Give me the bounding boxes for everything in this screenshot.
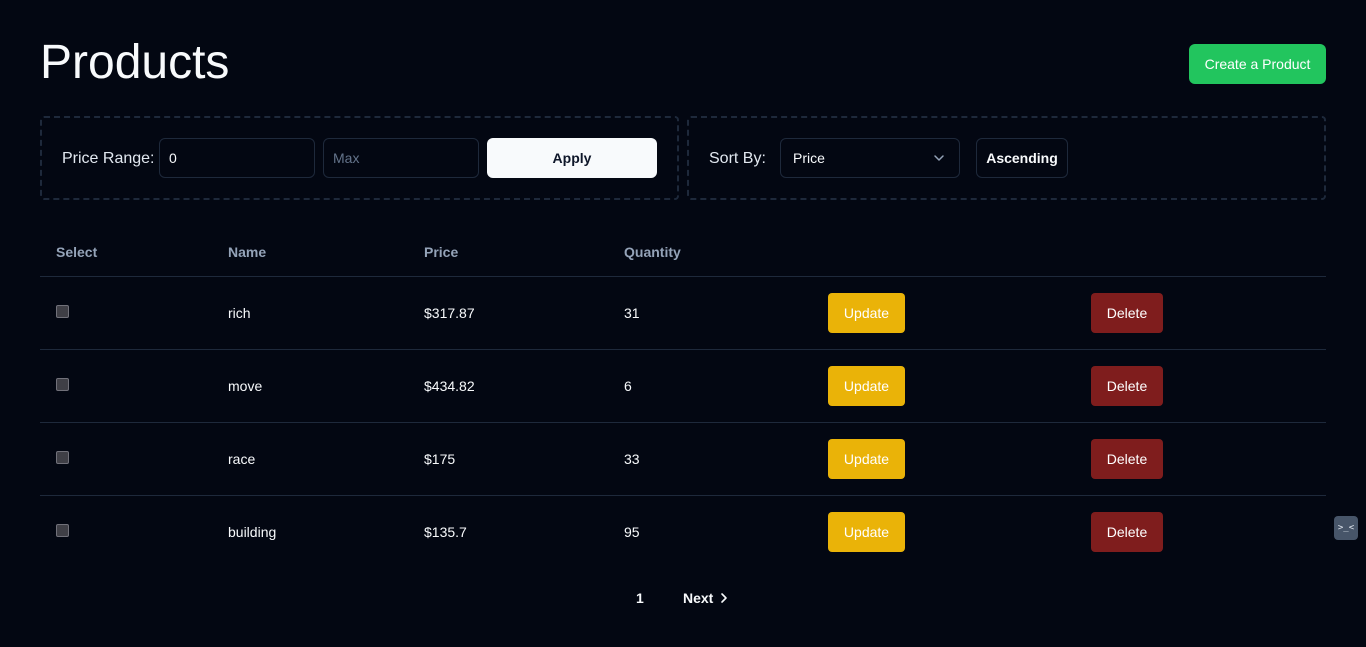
row-checkbox[interactable] [56, 451, 69, 464]
create-product-button[interactable]: Create a Product [1189, 44, 1326, 84]
table-row: race $175 33 Update Delete [40, 423, 1326, 496]
table-row: rich $317.87 31 Update Delete [40, 277, 1326, 350]
header-select: Select [56, 244, 98, 260]
chevron-right-icon [721, 593, 728, 603]
delete-button[interactable]: Delete [1091, 293, 1163, 333]
row-checkbox[interactable] [56, 524, 69, 537]
product-quantity: 6 [624, 378, 632, 394]
sort-select[interactable]: Price [780, 138, 960, 178]
price-filter-panel: Price Range: Apply [40, 116, 679, 200]
next-label: Next [683, 590, 714, 606]
sort-panel: Sort By: Price Ascending [687, 116, 1326, 200]
sort-by-label: Sort By: [709, 150, 766, 167]
header-quantity: Quantity [624, 244, 681, 260]
row-checkbox[interactable] [56, 378, 69, 391]
product-quantity: 95 [624, 524, 640, 540]
header-price: Price [424, 244, 459, 260]
row-checkbox[interactable] [56, 305, 69, 318]
update-button[interactable]: Update [828, 439, 905, 479]
table-header: Select Name Price Quantity [40, 227, 1326, 277]
update-button[interactable]: Update [828, 293, 905, 333]
product-name: move [228, 378, 263, 394]
product-price: $175 [424, 451, 456, 467]
devtools-widget-icon[interactable]: >_< [1334, 516, 1358, 540]
update-button[interactable]: Update [828, 512, 905, 552]
product-name: building [228, 524, 277, 540]
product-quantity: 33 [624, 451, 640, 467]
product-price: $135.7 [424, 524, 467, 540]
next-page-link[interactable]: Next [683, 590, 729, 606]
min-price-input[interactable] [159, 138, 315, 178]
max-price-input[interactable] [323, 138, 479, 178]
update-button[interactable]: Update [828, 366, 905, 406]
price-range-label: Price Range: [62, 150, 155, 167]
products-table: Select Name Price Quantity rich $317.87 … [40, 227, 1326, 569]
sort-select-value: Price [793, 150, 825, 166]
pagination: 1 Next [0, 590, 1366, 610]
delete-button[interactable]: Delete [1091, 439, 1163, 479]
apply-button[interactable]: Apply [487, 138, 657, 178]
product-name: race [228, 451, 256, 467]
table-row: move $434.82 6 Update Delete [40, 350, 1326, 423]
sort-order-button[interactable]: Ascending [976, 138, 1068, 178]
product-price: $434.82 [424, 378, 475, 394]
delete-button[interactable]: Delete [1091, 366, 1163, 406]
page-title: Products [40, 36, 230, 89]
delete-button[interactable]: Delete [1091, 512, 1163, 552]
header-name: Name [228, 244, 267, 260]
product-quantity: 31 [624, 305, 640, 321]
chevron-down-icon [934, 155, 944, 161]
product-name: rich [228, 305, 251, 321]
page-number-current[interactable]: 1 [636, 590, 644, 606]
product-price: $317.87 [424, 305, 475, 321]
table-row: building $135.7 95 Update Delete [40, 496, 1326, 569]
